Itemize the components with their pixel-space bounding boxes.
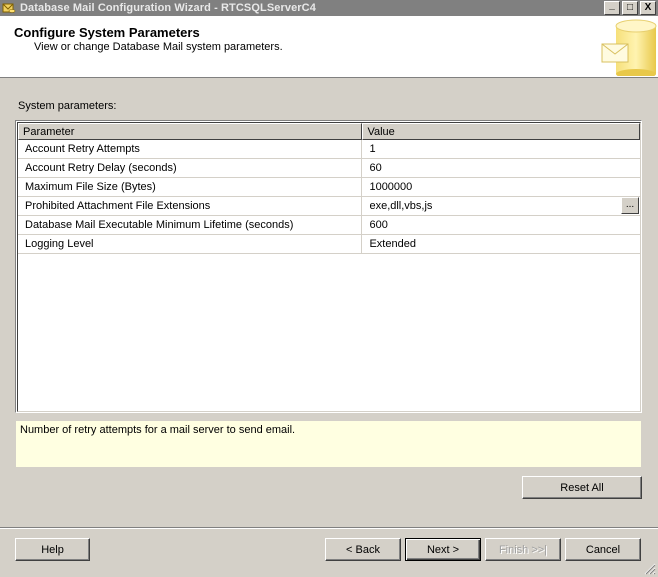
finish-button[interactable]: Finish >>| [485, 538, 561, 561]
parameter-description: Number of retry attempts for a mail serv… [15, 420, 642, 468]
column-header-parameter[interactable]: Parameter [18, 123, 363, 140]
column-header-value[interactable]: Value [362, 123, 640, 140]
parameter-value-text: exe,dll,vbs,js [369, 200, 433, 212]
section-label: System parameters: [18, 100, 117, 112]
close-button[interactable]: X [640, 1, 656, 15]
wizard-header: Configure System Parameters View or chan… [0, 16, 658, 79]
close-icon: X [644, 2, 652, 13]
table-row[interactable]: Account Retry Delay (seconds) 60 [18, 159, 640, 178]
page-title: Configure System Parameters [14, 25, 200, 40]
back-button[interactable]: < Back [325, 538, 401, 561]
grid-header: Parameter Value [18, 123, 640, 140]
resize-grip-icon[interactable] [644, 563, 656, 575]
browse-extensions-button[interactable]: ... [621, 197, 639, 214]
footer-divider-highlight [0, 528, 658, 529]
database-mail-icon [598, 18, 658, 79]
parameter-name: Logging Level [18, 235, 363, 253]
parameters-grid[interactable]: Parameter Value Account Retry Attempts 1… [15, 120, 642, 413]
parameter-name: Database Mail Executable Minimum Lifetim… [18, 216, 363, 234]
help-button[interactable]: Help [15, 538, 90, 561]
parameter-name: Account Retry Attempts [18, 140, 363, 158]
next-button[interactable]: Next > [405, 538, 481, 561]
table-row[interactable]: Database Mail Executable Minimum Lifetim… [18, 216, 640, 235]
maximize-icon: □ [626, 2, 634, 13]
window-controls: _ □ X [602, 1, 656, 15]
minimize-icon: _ [609, 0, 615, 11]
parameter-name: Prohibited Attachment File Extensions [18, 197, 363, 215]
parameter-name: Account Retry Delay (seconds) [18, 159, 363, 177]
window-title: Database Mail Configuration Wizard - RTC… [20, 2, 316, 14]
parameter-value[interactable]: 60 [362, 159, 640, 177]
table-row[interactable]: Logging Level Extended [18, 235, 640, 254]
parameter-value[interactable]: 1000000 [362, 178, 640, 196]
maximize-button[interactable]: □ [622, 1, 638, 15]
parameter-value[interactable]: Extended [362, 235, 640, 253]
table-row[interactable]: Account Retry Attempts 1 [18, 140, 640, 159]
parameter-value[interactable]: 1 [362, 140, 640, 158]
app-icon [2, 1, 16, 15]
page-subtitle: View or change Database Mail system para… [34, 41, 283, 53]
parameter-value[interactable]: 600 [362, 216, 640, 234]
parameter-name: Maximum File Size (Bytes) [18, 178, 363, 196]
title-bar[interactable]: Database Mail Configuration Wizard - RTC… [0, 0, 658, 16]
cancel-button[interactable]: Cancel [565, 538, 641, 561]
minimize-button[interactable]: _ [604, 1, 620, 15]
table-row[interactable]: Maximum File Size (Bytes) 1000000 [18, 178, 640, 197]
reset-all-button[interactable]: Reset All [522, 476, 642, 499]
table-row[interactable]: Prohibited Attachment File Extensions ex… [18, 197, 640, 216]
parameter-value[interactable]: exe,dll,vbs,js ... [362, 197, 640, 215]
